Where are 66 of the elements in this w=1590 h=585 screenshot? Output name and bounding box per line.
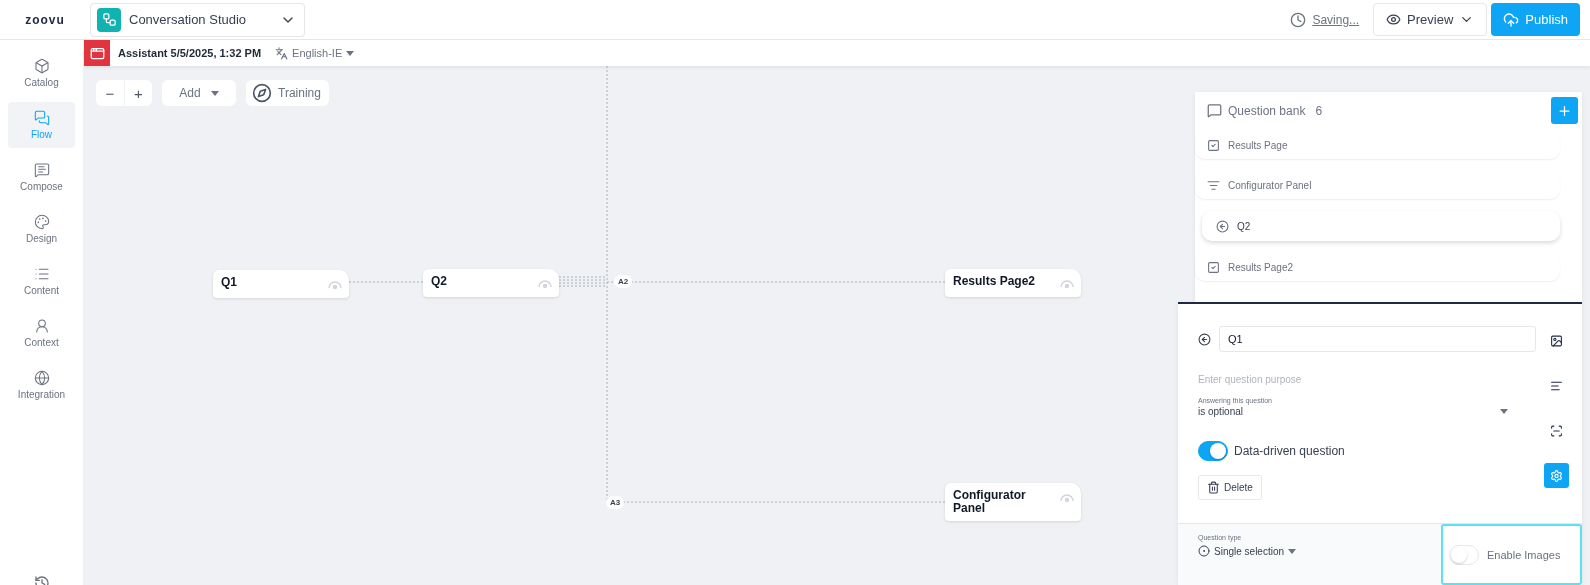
radio-icon [1198, 545, 1210, 557]
image-icon [1549, 332, 1563, 349]
message-icon [33, 162, 50, 178]
preview-button[interactable]: Preview [1373, 3, 1488, 36]
checked-box-icon [1207, 138, 1220, 152]
answer-label[interactable]: A2 [614, 275, 633, 288]
palette-icon [33, 214, 50, 230]
trash-icon [1207, 481, 1220, 494]
caret-icon [210, 90, 219, 96]
sidebar-item[interactable]: Compose [8, 154, 75, 200]
answer-label[interactable]: A3 [606, 496, 625, 509]
question-count: 6 [1315, 103, 1324, 118]
assistant-title: Assistant 5/5/2025, 1:32 PM [118, 47, 262, 59]
zoom-out-button[interactable]: − [96, 80, 124, 106]
logo[interactable]: zoovu [0, 12, 90, 27]
saving-status[interactable]: Saving... [1312, 12, 1360, 27]
scan-line-icon [1549, 422, 1563, 439]
compass-icon [252, 83, 272, 103]
arrow-circle-icon [1216, 219, 1229, 233]
cloud-upload-icon [1503, 11, 1520, 28]
settings-icon [1549, 467, 1563, 484]
add-question-button[interactable] [1551, 97, 1578, 124]
flow-icon [97, 7, 121, 32]
translate-icon [275, 46, 289, 60]
list-icon [33, 266, 50, 282]
toggle-label: Enable Images [1487, 548, 1561, 561]
person-icon [33, 318, 50, 334]
eye-icon [1386, 12, 1402, 27]
caret-icon [346, 50, 355, 56]
question-bank-item[interactable]: Results Page [1195, 131, 1560, 159]
sidebar-item[interactable]: Catalog [8, 50, 75, 96]
answering-select[interactable]: is optional [1198, 404, 1516, 417]
training-button[interactable]: Training [246, 80, 329, 106]
question-icon [1198, 332, 1211, 346]
panel-title: Question bank [1228, 103, 1306, 118]
settings-button[interactable] [1543, 463, 1569, 488]
language-select[interactable]: English-IE [269, 45, 361, 61]
toggle-label: Data-driven question [1234, 444, 1345, 458]
add-dropdown[interactable]: Add [162, 80, 236, 106]
clock-icon [1290, 11, 1307, 28]
flow-node[interactable]: Configurator Panel [945, 483, 1081, 521]
toggle-switch[interactable] [1198, 441, 1228, 461]
flow-node[interactable]: Q1 [213, 270, 349, 298]
preview-window-icon[interactable] [84, 40, 110, 66]
caret-icon [1500, 409, 1508, 414]
product-select[interactable]: Conversation Studio [90, 2, 305, 37]
sidebar-item[interactable]: Context [8, 310, 75, 356]
filter-icon [1207, 178, 1220, 192]
sidebar-item[interactable]: Design [8, 206, 75, 252]
flow-node[interactable]: Results Page2 [945, 269, 1081, 297]
cube-icon [33, 58, 50, 74]
delete-button[interactable]: Delete [1198, 475, 1262, 500]
question-name-field[interactable]: Q1 [1219, 326, 1536, 352]
globe-icon [33, 370, 50, 386]
chat-bubbles-icon [33, 110, 50, 126]
chat-icon [1207, 103, 1222, 118]
zoom-in-button[interactable]: + [124, 80, 152, 106]
flow-node[interactable]: Q2 [423, 269, 559, 297]
question-bank-item[interactable]: Configurator Panel [1195, 171, 1560, 199]
sidebar-item[interactable]: Integration [8, 362, 75, 408]
caret-icon [1288, 548, 1297, 554]
question-bank-item[interactable]: Q2 [1202, 211, 1560, 241]
question-type-select[interactable]: Single selection [1198, 541, 1297, 557]
checked-box-icon [1207, 260, 1220, 274]
sidebar-item[interactable]: Content [8, 258, 75, 304]
question-bank-item[interactable]: Results Page2 [1195, 253, 1560, 281]
